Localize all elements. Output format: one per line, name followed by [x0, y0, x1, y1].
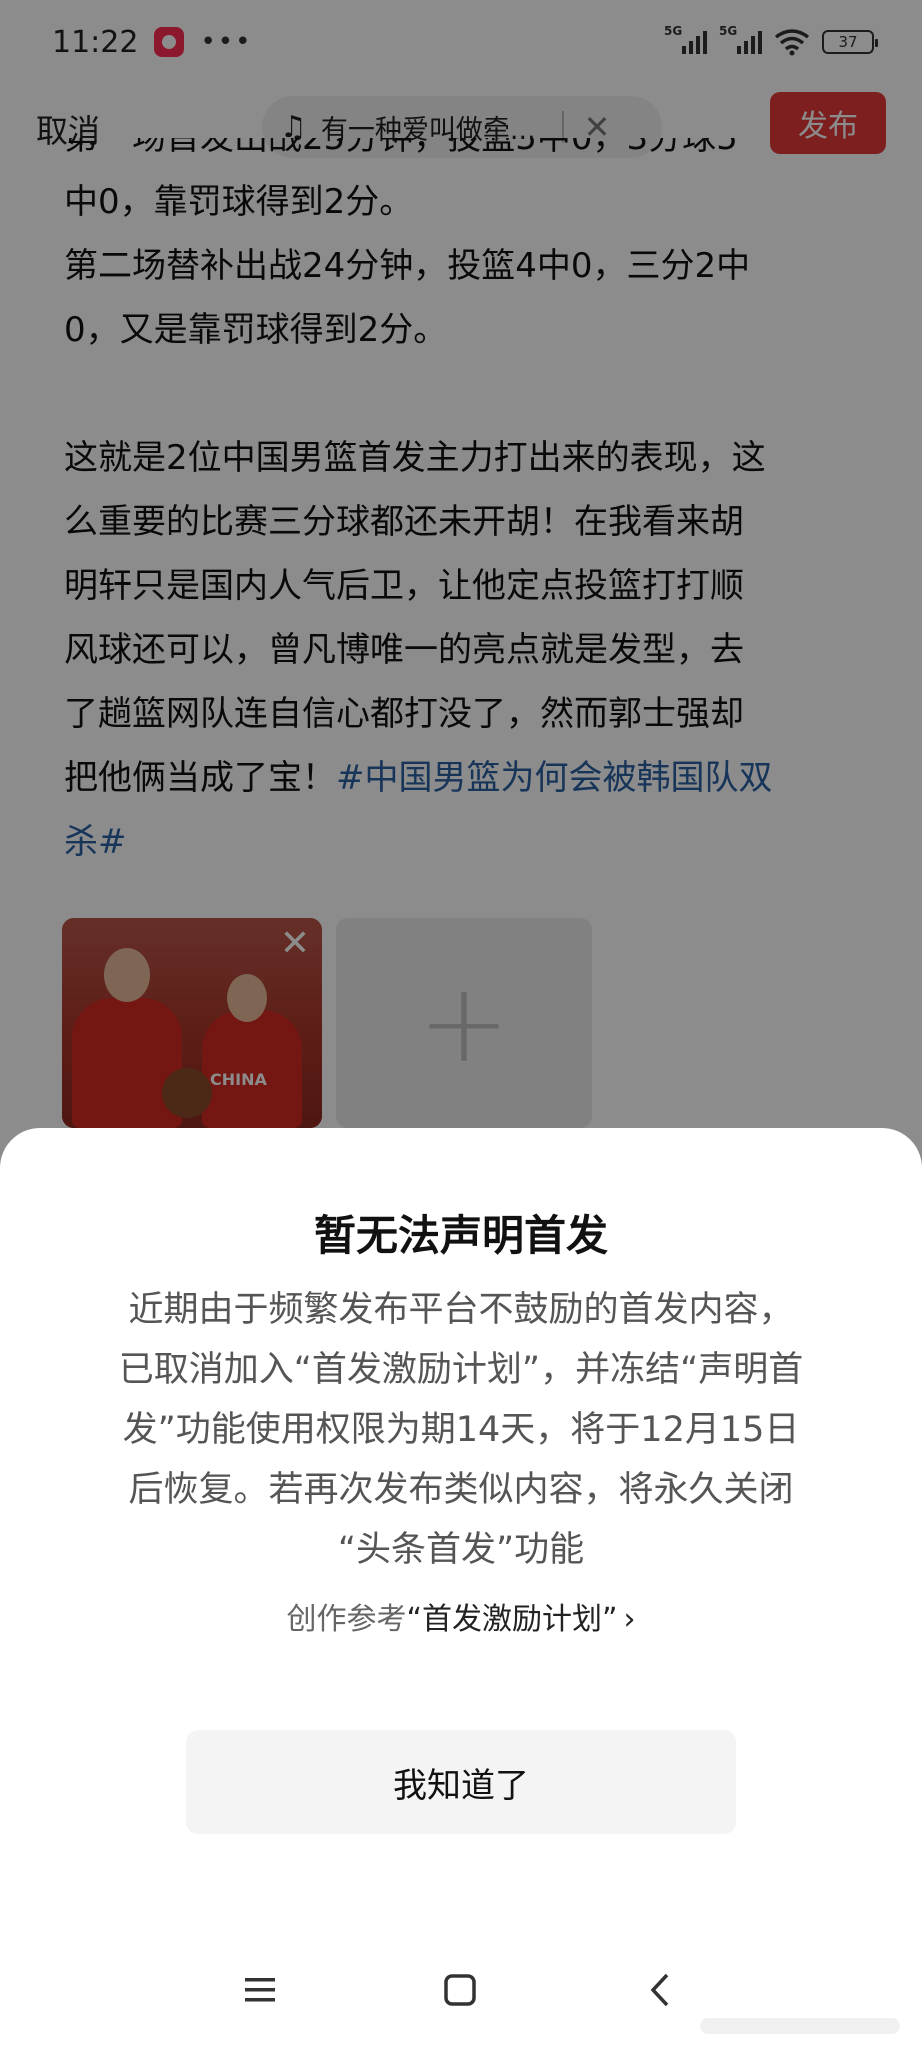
home-indicator: [700, 2018, 900, 2034]
message-line: 发”功能使用权限为期14天，将于12月15日: [122, 1410, 800, 1450]
link-prefix: 创作参考: [286, 1602, 407, 1637]
message-line: “头条首发”功能: [337, 1530, 585, 1570]
acknowledge-button[interactable]: 我知道了: [186, 1730, 736, 1834]
home-icon[interactable]: [430, 1960, 490, 2020]
message-line: 已取消加入“首发激励计划”，并冻结“声明首: [118, 1350, 804, 1390]
menu-icon[interactable]: [230, 1960, 290, 2020]
dialog-sheet: 暂无法声明首发 近期由于频繁发布平台不鼓励的首发内容， 已取消加入“首发激励计划…: [0, 1128, 922, 2048]
back-icon[interactable]: [630, 1960, 690, 2020]
message-line: 近期由于频繁发布平台不鼓励的首发内容，: [128, 1290, 794, 1330]
chevron-right-icon: ›: [623, 1602, 636, 1637]
link-text: “首发激励计划”: [406, 1602, 618, 1637]
dialog-message: 近期由于频繁发布平台不鼓励的首发内容， 已取消加入“首发激励计划”，并冻结“声明…: [80, 1280, 842, 1580]
reference-link[interactable]: 创作参考“首发激励计划” ›: [0, 1594, 922, 1638]
message-line: 后恢复。若再次发布类似内容，将永久关闭: [128, 1470, 794, 1510]
dialog-title: 暂无法声明首发: [313, 1211, 608, 1260]
